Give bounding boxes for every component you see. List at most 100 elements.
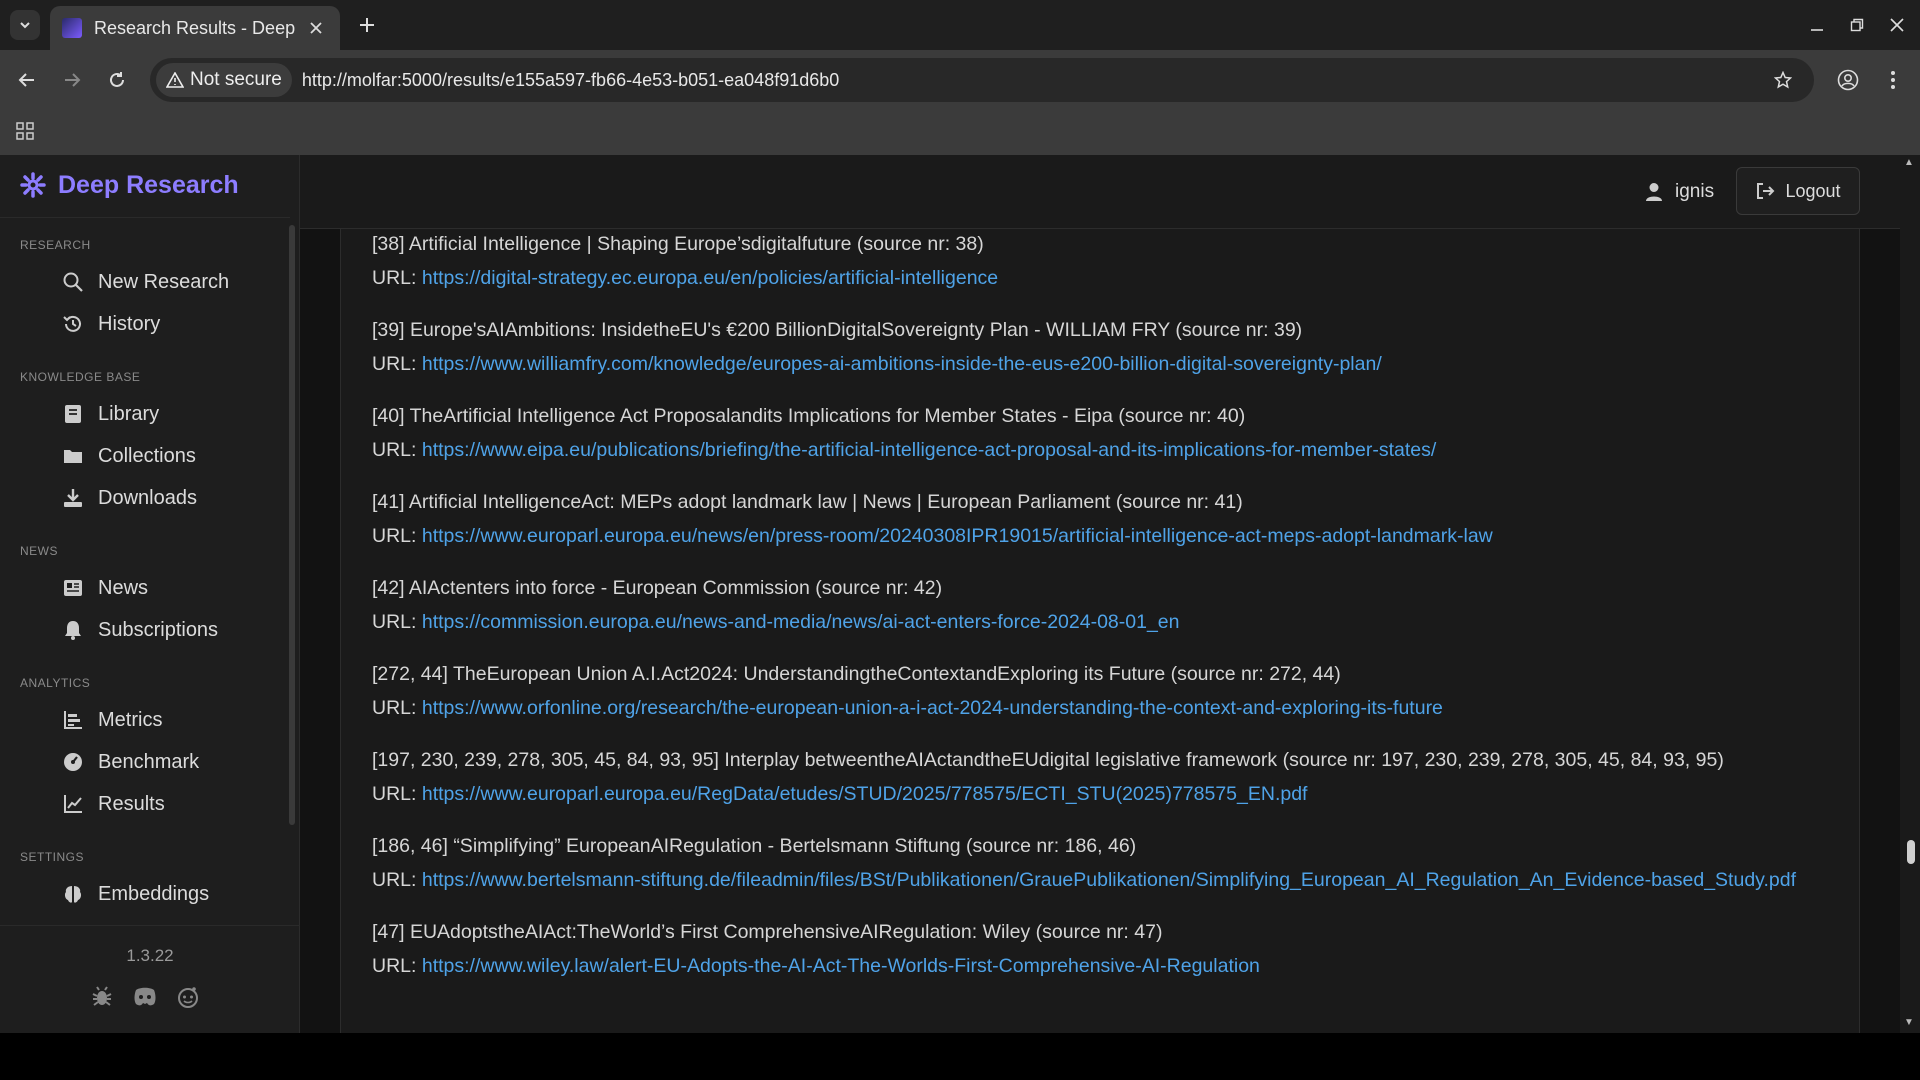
bookmark-star-button[interactable] (1768, 65, 1798, 95)
sidebar-item-library[interactable]: Library (62, 396, 159, 432)
sidebar-item-subscriptions[interactable]: Subscriptions (62, 612, 218, 648)
sidebar-item-label: Collections (98, 444, 196, 467)
source-link[interactable]: https://www.europarl.europa.eu/news/en/p… (422, 525, 1493, 547)
bar-chart-icon (64, 711, 82, 729)
source-link[interactable]: https://www.wiley.law/alert-EU-Adopts-th… (422, 955, 1260, 977)
close-tab-icon[interactable] (304, 16, 328, 40)
source-link[interactable]: https://www.europarl.europa.eu/RegData/e… (422, 783, 1308, 805)
gear-icon (20, 172, 46, 198)
restore-icon (1850, 18, 1864, 32)
page-scrollbar[interactable]: ▲ ▼ (1900, 155, 1920, 1033)
folder-icon (64, 450, 82, 463)
sidebar-item-news[interactable]: News (62, 570, 148, 606)
source-link[interactable]: https://www.eipa.eu/publications/briefin… (422, 439, 1436, 461)
plus-icon (360, 18, 374, 32)
gauge-icon (64, 753, 82, 771)
profile-icon (1837, 69, 1859, 91)
not-secure-label: Not secure (190, 69, 282, 90)
scroll-up-arrow-icon[interactable]: ▲ (1904, 157, 1914, 168)
address-bar[interactable]: Not secure http://molfar:5000/results/e1… (150, 58, 1814, 102)
source-url-label: URL: (372, 525, 417, 547)
sidebar-item-embeddings[interactable]: Embeddings (62, 876, 209, 912)
source-url-row: URL: https://www.wiley.law/alert-EU-Adop… (372, 949, 1812, 983)
source-link[interactable]: https://www.orfonline.org/research/the-e… (422, 697, 1443, 719)
sidebar-item-metrics[interactable]: Metrics (62, 702, 162, 738)
browser-tabstrip: Research Results - Deep (0, 0, 1920, 50)
user-menu[interactable]: ignis (1645, 181, 1714, 203)
sidebar-item-label: Subscriptions (98, 618, 219, 641)
source-link[interactable]: https://www.williamfry.com/knowledge/eur… (422, 353, 1382, 375)
sidebar-item-results[interactable]: Results (62, 786, 165, 822)
chevron-down-icon (20, 22, 30, 29)
source-title: [47] EUAdoptstheAIAct:TheWorld’s First C… (372, 921, 1163, 943)
close-icon (1890, 18, 1904, 32)
source-url-label: URL: (372, 353, 417, 375)
source-title: [272, 44] TheEuropean Union A.I.Act2024:… (372, 663, 1341, 685)
sidebar-item-label: Library (98, 402, 160, 425)
discord-icon[interactable] (132, 985, 158, 1009)
history-icon (63, 315, 81, 332)
brand[interactable]: Deep Research (20, 163, 239, 207)
back-button[interactable] (12, 65, 42, 95)
bug-icon[interactable] (90, 985, 114, 1009)
sidebar-item-label: Downloads (98, 486, 197, 509)
close-window-button[interactable] (1882, 10, 1912, 40)
section-analytics: ANALYTICS (20, 676, 91, 690)
sidebar-item-collections[interactable]: Collections (62, 438, 196, 474)
sidebar-item-label: Embeddings (98, 882, 210, 905)
profile-button[interactable] (1833, 65, 1863, 95)
source-link[interactable]: https://digital-strategy.ec.europa.eu/en… (422, 267, 998, 289)
source-title: [186, 46] “Simplifying” EuropeanAIRegula… (372, 835, 1137, 857)
source-url-label: URL: (372, 611, 417, 633)
source-url-row: URL: https://www.williamfry.com/knowledg… (372, 347, 1812, 381)
source-link[interactable]: https://www.bertelsmann-stiftung.de/file… (422, 869, 1796, 891)
newspaper-icon (64, 580, 82, 596)
sidebar-nav: RESEARCH New Research History KNOWLEDGE … (0, 217, 290, 957)
scrollbar-thumb[interactable] (1907, 840, 1915, 864)
logout-button[interactable]: Logout (1736, 167, 1860, 215)
search-icon (63, 272, 83, 292)
url-text[interactable]: http://molfar:5000/results/e155a597-fb66… (302, 70, 839, 91)
sidebar-item-history[interactable]: History (62, 306, 160, 342)
source-item: [47] EUAdoptstheAIAct:TheWorld’s First C… (372, 915, 1812, 983)
sidebar-scrollbar[interactable] (289, 225, 295, 825)
source-item: [42] AIActenters into force - European C… (372, 571, 1812, 639)
source-title: [40] TheArtificial Intelligence Act Prop… (372, 405, 1246, 427)
browser-menu-button[interactable] (1878, 65, 1908, 95)
section-research: RESEARCH (20, 238, 91, 252)
sidebar-item-downloads[interactable]: Downloads (62, 480, 197, 516)
source-url-label: URL: (372, 267, 417, 289)
not-secure-badge[interactable]: Not secure (156, 63, 292, 97)
sidebar-item-label: News (98, 576, 149, 599)
new-tab-button[interactable] (352, 10, 382, 40)
apps-grid-icon[interactable] (12, 118, 38, 144)
arrow-right-icon (65, 73, 81, 87)
minimize-button[interactable] (1802, 10, 1832, 40)
source-link[interactable]: https://commission.europa.eu/news-and-me… (422, 611, 1180, 633)
more-vertical-icon (1891, 71, 1895, 89)
reload-button[interactable] (102, 65, 132, 95)
sidebar-item-label: Metrics (98, 708, 163, 731)
browser-tab-active[interactable]: Research Results - Deep (50, 6, 340, 50)
reload-icon (110, 72, 124, 87)
source-url-row: URL: https://www.orfonline.org/research/… (372, 691, 1812, 725)
tab-title: Research Results - Deep (94, 17, 296, 38)
download-icon (64, 489, 82, 507)
restore-button[interactable] (1842, 10, 1872, 40)
tab-search-button[interactable] (10, 10, 40, 40)
sidebar-item-new-research[interactable]: New Research (62, 264, 229, 300)
logout-icon (1757, 183, 1775, 199)
source-url-label: URL: (372, 955, 417, 977)
reddit-icon[interactable] (176, 985, 200, 1009)
footer-icons (90, 985, 200, 1009)
source-title: [41] Artificial IntelligenceAct: MEPs ad… (372, 491, 1243, 513)
sidebar-item-benchmark[interactable]: Benchmark (62, 744, 199, 780)
forward-button[interactable] (57, 65, 87, 95)
source-item: [39] Europe'sAIAmbitions: InsidetheEU's … (372, 313, 1812, 381)
source-url-row: URL: https://www.europarl.europa.eu/RegD… (372, 777, 1812, 811)
logout-label: Logout (1785, 180, 1841, 201)
source-url-row: URL: https://www.bertelsmann-stiftung.de… (372, 863, 1812, 897)
source-url-label: URL: (372, 439, 417, 461)
scroll-down-arrow-icon[interactable]: ▼ (1904, 1017, 1914, 1028)
source-item: [38] Artificial Intelligence | Shaping E… (372, 229, 1812, 295)
